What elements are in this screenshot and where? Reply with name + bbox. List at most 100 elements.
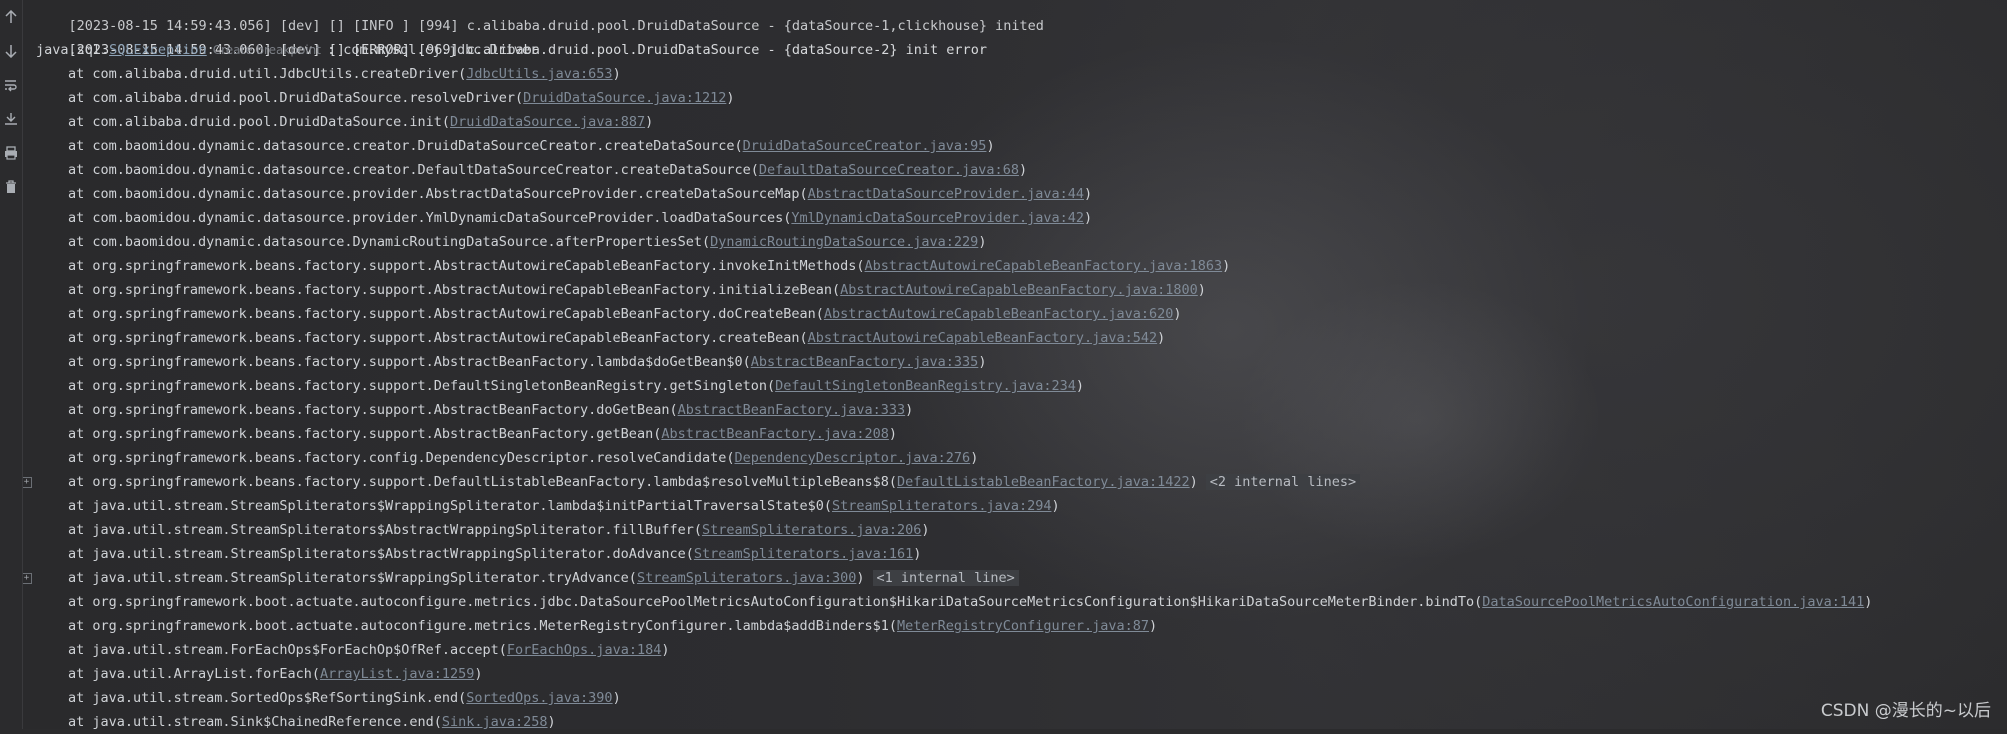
stack-frame-line: at java.util.stream.StreamSpliterators$W… xyxy=(36,566,1019,590)
source-file-link[interactable]: Sink.java:258 xyxy=(442,714,548,730)
stack-frame-suffix: ) xyxy=(856,570,865,586)
stack-frame-line: at com.baomidou.dynamic.datasource.creat… xyxy=(36,158,1027,182)
stack-frame-suffix: ) xyxy=(474,666,483,682)
stack-frame-method: at com.alibaba.druid.util.JdbcUtils.crea… xyxy=(68,66,467,82)
stack-frame-method: at org.springframework.beans.factory.sup… xyxy=(68,474,898,490)
stack-frame-method: at org.springframework.beans.factory.con… xyxy=(68,450,735,466)
log-line-info: [2023-08-15 14:59:43.056] [dev] [] [INFO… xyxy=(68,18,1044,34)
stack-frame-suffix: ) xyxy=(645,114,654,130)
stack-frame-line: at org.springframework.beans.factory.sup… xyxy=(36,374,1084,398)
stack-frame-method: at org.springframework.beans.factory.sup… xyxy=(68,402,678,418)
stack-frame-method: at org.springframework.beans.factory.sup… xyxy=(68,378,776,394)
stack-frame-line: at java.util.stream.StreamSpliterators$A… xyxy=(36,542,921,566)
source-file-link[interactable]: DruidDataSource.java:887 xyxy=(450,114,645,130)
stack-frame-suffix: ) xyxy=(612,690,621,706)
stack-frame-line: at java.util.stream.SortedOps$RefSorting… xyxy=(36,686,621,710)
stack-frame-suffix: ) xyxy=(1157,330,1166,346)
create-breakpoint-link[interactable]: Create breakpoint xyxy=(213,43,321,57)
exception-line: java.sql.SQLException Create breakpoint: … xyxy=(36,42,539,58)
source-file-link[interactable]: DefaultSingletonBeanRegistry.java:234 xyxy=(775,378,1076,394)
folded-lines-toggle[interactable]: <1 internal line> xyxy=(872,570,1019,586)
stack-frame-line: at org.springframework.beans.factory.sup… xyxy=(36,350,986,374)
source-file-link[interactable]: YmlDynamicDataSourceProvider.java:42 xyxy=(791,210,1084,226)
stack-frame-line: at java.util.stream.ForEachOps$ForEachOp… xyxy=(36,638,669,662)
clear-icon[interactable] xyxy=(0,176,22,198)
folded-lines-toggle[interactable]: <2 internal lines> xyxy=(1205,474,1361,490)
stack-frame-method: at org.springframework.boot.actuate.auto… xyxy=(68,594,1483,610)
stack-frame-suffix: ) xyxy=(1075,378,1084,394)
source-file-link[interactable]: AbstractBeanFactory.java:208 xyxy=(661,426,889,442)
stack-frame-line: at com.alibaba.druid.pool.DruidDataSourc… xyxy=(36,110,653,134)
stack-frame-suffix: ) xyxy=(612,66,621,82)
source-file-link[interactable]: DataSourcePoolMetricsAutoConfiguration.j… xyxy=(1482,594,1864,610)
stack-frame-method: at org.springframework.beans.factory.sup… xyxy=(68,354,751,370)
stack-frame-suffix: ) xyxy=(1051,498,1060,514)
stack-frame-suffix: ) xyxy=(1083,186,1093,202)
stack-frame-suffix: ) xyxy=(726,90,735,106)
source-file-link[interactable]: JdbcUtils.java:653 xyxy=(466,66,612,82)
stack-frame-method: at org.springframework.beans.factory.sup… xyxy=(68,258,865,274)
stack-frame-line: at org.springframework.beans.factory.sup… xyxy=(36,302,1182,326)
source-file-link[interactable]: DruidDataSource.java:1212 xyxy=(523,90,726,106)
source-file-link[interactable]: AbstractAutowireCapableBeanFactory.java:… xyxy=(824,306,1174,322)
source-file-link[interactable]: DependencyDescriptor.java:276 xyxy=(734,450,970,466)
stack-frame-method: at java.util.stream.SortedOps$RefSorting… xyxy=(68,690,467,706)
stack-frame-line: at org.springframework.boot.actuate.auto… xyxy=(36,590,1872,614)
source-file-link[interactable]: AbstractAutowireCapableBeanFactory.java:… xyxy=(808,330,1158,346)
source-file-link[interactable]: ArrayList.java:1259 xyxy=(320,666,474,682)
source-file-link[interactable]: StreamSpliterators.java:300 xyxy=(637,570,856,586)
stack-frame-suffix: ) xyxy=(1222,258,1231,274)
scroll-to-end-icon[interactable] xyxy=(0,108,22,130)
stack-frame-method: at java.util.stream.Sink$ChainedReferenc… xyxy=(68,714,442,730)
source-file-link[interactable]: ForEachOps.java:184 xyxy=(507,642,661,658)
soft-wrap-icon[interactable] xyxy=(0,74,22,96)
source-file-link[interactable]: StreamSpliterators.java:161 xyxy=(694,546,913,562)
stack-frame-method: at java.util.stream.StreamSpliterators$A… xyxy=(68,522,702,538)
source-file-link[interactable]: AbstractBeanFactory.java:333 xyxy=(678,402,906,418)
exception-class-link[interactable]: SQLException xyxy=(109,42,207,58)
watermark-text: CSDN @漫长的~以后 xyxy=(1820,701,1991,721)
source-file-link[interactable]: MeterRegistryConfigurer.java:87 xyxy=(897,618,1149,634)
source-file-link[interactable]: StreamSpliterators.java:294 xyxy=(832,498,1051,514)
stack-frame-method: at java.util.ArrayList.forEach( xyxy=(68,666,320,682)
stack-frame-suffix: ) xyxy=(1018,162,1028,178)
stack-frame-method: at java.util.stream.StreamSpliterators$W… xyxy=(68,570,637,586)
stack-frame-suffix: ) xyxy=(1083,210,1093,226)
stack-frame-line: at org.springframework.beans.factory.sup… xyxy=(36,470,1361,494)
source-file-link[interactable]: StreamSpliterators.java:206 xyxy=(702,522,921,538)
console-output[interactable]: [2023-08-15 14:59:43.056] [dev] [] [INFO… xyxy=(21,0,2007,730)
stack-frame-method: at com.baomidou.dynamic.datasource.provi… xyxy=(68,210,792,226)
console-toolbar xyxy=(0,0,23,729)
stack-frame-method: at com.baomidou.dynamic.datasource.creat… xyxy=(68,138,743,154)
stack-frame-suffix: ) xyxy=(1189,474,1198,490)
stack-frame-method: at com.alibaba.druid.pool.DruidDataSourc… xyxy=(68,90,524,106)
source-file-link[interactable]: DefaultListableBeanFactory.java:1422 xyxy=(897,474,1190,490)
stack-frame-method: at java.util.stream.StreamSpliterators$W… xyxy=(68,498,833,514)
stack-frame-method: at com.baomidou.dynamic.datasource.provi… xyxy=(68,186,808,202)
source-file-link[interactable]: DynamicRoutingDataSource.java:229 xyxy=(710,234,978,250)
source-file-link[interactable]: AbstractBeanFactory.java:335 xyxy=(751,354,979,370)
stack-frame-line: at com.baomidou.dynamic.datasource.Dynam… xyxy=(36,230,986,254)
stack-frame-method: at org.springframework.boot.actuate.auto… xyxy=(68,618,898,634)
stack-frame-line: at org.springframework.boot.actuate.auto… xyxy=(36,614,1157,638)
source-file-link[interactable]: AbstractDataSourceProvider.java:44 xyxy=(808,186,1084,202)
stack-frame-suffix: ) xyxy=(970,450,979,466)
stack-frame-suffix: ) xyxy=(978,354,987,370)
print-icon[interactable] xyxy=(0,142,22,164)
stack-frame-suffix: ) xyxy=(1197,282,1206,298)
arrow-down-icon[interactable] xyxy=(0,40,22,62)
source-file-link[interactable]: AbstractAutowireCapableBeanFactory.java:… xyxy=(840,282,1198,298)
stack-frame-line: at org.springframework.beans.factory.con… xyxy=(36,446,978,470)
source-file-link[interactable]: DruidDataSourceCreator.java:95 xyxy=(743,138,987,154)
source-file-link[interactable]: DefaultDataSourceCreator.java:68 xyxy=(759,162,1019,178)
source-file-link[interactable]: AbstractAutowireCapableBeanFactory.java:… xyxy=(865,258,1223,274)
stack-frame-suffix: ) xyxy=(1149,618,1158,634)
stack-frame-method: at org.springframework.beans.factory.sup… xyxy=(68,426,662,442)
arrow-up-icon[interactable] xyxy=(0,6,22,28)
stack-frame-line: at org.springframework.beans.factory.sup… xyxy=(36,326,1165,350)
stack-frame-suffix: ) xyxy=(978,234,987,250)
stack-frame-line: at org.springframework.beans.factory.sup… xyxy=(36,278,1206,302)
stack-frame-method: at com.alibaba.druid.pool.DruidDataSourc… xyxy=(68,114,451,130)
stack-frame-line: at org.springframework.beans.factory.sup… xyxy=(36,254,1230,278)
source-file-link[interactable]: SortedOps.java:390 xyxy=(466,690,612,706)
